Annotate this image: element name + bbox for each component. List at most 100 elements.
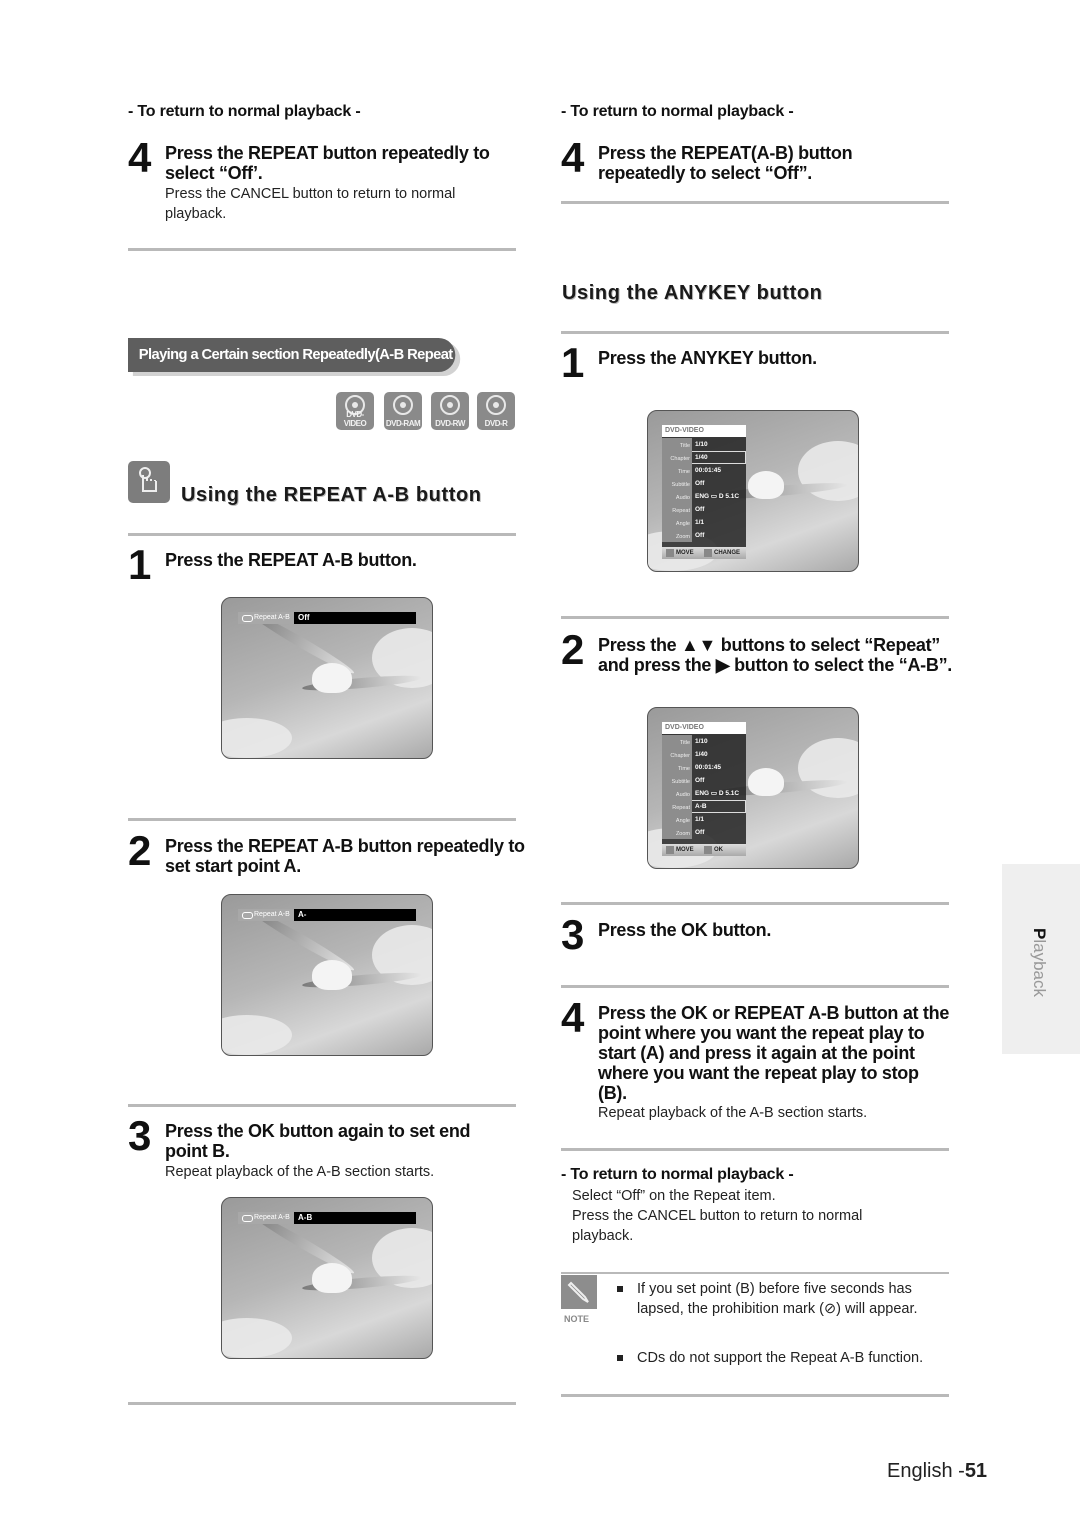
step-title: Press the REPEAT(A-B) button repeatedly … [598, 143, 853, 183]
divider [561, 1394, 949, 1397]
step-number: 3 [128, 1112, 151, 1159]
osd-value: A-B [298, 1213, 313, 1222]
menu-footer: MOVE OK [662, 844, 746, 856]
pencil-note-icon [561, 1275, 597, 1309]
step-description: Repeat playback of the A-B section start… [598, 1105, 868, 1121]
note-item: If you set point (B) before five seconds… [617, 1279, 937, 1319]
menu-header: DVD-VIDEO [662, 425, 746, 437]
step-number: 4 [561, 994, 584, 1041]
menu-row-time[interactable]: Time 00:01:45 [662, 464, 746, 477]
osd-repeat-bar: Repeat A-B Off [238, 612, 416, 624]
osd-label: Repeat A-B [254, 1214, 290, 1221]
step-number: 2 [561, 626, 584, 673]
step-number: 4 [128, 134, 151, 181]
step-2-select-repeat: 2 Press the ▲▼ buttons to select “Repeat… [561, 629, 952, 679]
menu-row-time[interactable]: Time 00:01:45 [662, 761, 746, 774]
step-title: Press the ▲▼ buttons to select “Repeat” a… [598, 635, 952, 675]
step-description: Press the CANCEL button to return to nor… [165, 186, 456, 222]
step-title: Press the ANYKEY button. [598, 348, 817, 368]
section-title-repeat-ab: Using the REPEAT A-B button [181, 484, 482, 506]
step-number: 3 [561, 911, 584, 958]
osd-repeat-bar: Repeat A-B A- [238, 909, 416, 921]
menu-row-zoom[interactable]: Zoom Off [662, 529, 746, 542]
osd-label: Repeat A-B [254, 911, 290, 918]
section-banner: Playing a Certain section Repeatedly(A-B… [128, 338, 456, 397]
divider [561, 201, 949, 204]
dvd-rw-disc-icon: DVD-RW [431, 392, 469, 430]
osd-value: Off [298, 613, 310, 622]
step-4-repeat-ab-off: 4 Press the REPEAT(A-B) button repeatedl… [561, 137, 949, 187]
osd-repeat-bar: Repeat A-B A-B [238, 1212, 416, 1224]
repeat-loop-icon [242, 615, 253, 622]
menu-row-title[interactable]: Title 1/10 [662, 438, 746, 451]
tv-screen-info-menu-ab: DVD-VIDEO Title 1/10 Chapter 1/40 Time 00:0… [647, 707, 859, 869]
dvd-video-disc-icon: DVD-VIDEO [336, 392, 374, 430]
menu-row-angle[interactable]: Angle 1/1 [662, 813, 746, 826]
step-4-off: 4 Press the REPEAT button repeatedly to … [128, 137, 516, 223]
chapter-tab-label: Playback [1030, 928, 1049, 997]
return-instruction: Press the CANCEL button to return to nor… [572, 1208, 863, 1244]
change-icon [704, 549, 712, 557]
divider [128, 533, 516, 536]
tv-screen-repeat-a: Repeat A-B A- [221, 894, 433, 1056]
ok-icon [704, 846, 712, 854]
menu-row-title[interactable]: Title 1/10 [662, 735, 746, 748]
step-2-start-point: 2 Press the REPEAT A-B button repeatedly… [128, 830, 525, 880]
step-3-end-point: 3 Press the OK button again to set end p… [128, 1115, 516, 1181]
info-menu: DVD-VIDEO Title 1/10 Chapter 1/40 Time 00:0… [662, 425, 746, 559]
menu-row-repeat[interactable]: Repeat A-B [662, 800, 746, 813]
step-number: 1 [561, 339, 584, 386]
step-3-ok: 3 Press the OK button. [561, 914, 949, 960]
step-number: 4 [561, 134, 584, 181]
divider [561, 902, 949, 905]
repeat-loop-icon [242, 912, 253, 919]
menu-row-repeat[interactable]: Repeat Off [662, 503, 746, 516]
osd-label: Repeat A-B [254, 614, 290, 621]
divider [128, 818, 516, 821]
return-heading: - To return to normal playback - [561, 103, 794, 120]
menu-row-chapter[interactable]: Chapter 1/40 [662, 748, 746, 761]
step-title: Press the REPEAT A-B button repeatedly t… [165, 836, 525, 876]
menu-row-chapter[interactable]: Chapter 1/40 [662, 451, 746, 464]
repeat-loop-icon [242, 1215, 253, 1222]
menu-row-subtitle[interactable]: Subtitle Off [662, 477, 746, 490]
osd-value: A- [298, 910, 307, 919]
tv-screen-repeat-ab: Repeat A-B A-B [221, 1197, 433, 1359]
menu-row-audio[interactable]: Audio ENG ▭ D 5.1C [662, 787, 746, 800]
divider [128, 248, 516, 251]
section-title-anykey: Using the ANYKEY button [562, 282, 823, 304]
step-1-repeat-ab: 1 Press the REPEAT A-B button. [128, 544, 516, 590]
page-number: 51 [964, 1460, 988, 1482]
menu-row-audio[interactable]: Audio ENG ▭ D 5.1C [662, 490, 746, 503]
divider [561, 1148, 949, 1151]
divider [561, 1272, 949, 1274]
divider [561, 331, 949, 334]
move-icon [666, 549, 674, 557]
tv-screen-info-menu: DVD-VIDEO Title 1/10 Chapter 1/40 Time 00:0… [647, 410, 859, 572]
menu-row-angle[interactable]: Angle 1/1 [662, 516, 746, 529]
step-title: Press the REPEAT A-B button. [165, 550, 417, 570]
move-icon [666, 846, 674, 854]
divider [128, 1104, 516, 1107]
note-item: CDs do not support the Repeat A-B functi… [617, 1348, 937, 1368]
chapter-side-tab: Playback [1002, 864, 1080, 1054]
step-title: Press the OK or REPEAT A-B button at the… [598, 1003, 950, 1103]
dvd-ram-disc-icon: DVD-RAM [384, 392, 422, 430]
step-title: Press the OK button again to set end poi… [165, 1121, 471, 1161]
menu-footer: MOVE CHANGE [662, 547, 746, 559]
dvd-r-disc-icon: DVD-R [477, 392, 515, 430]
info-menu: DVD-VIDEO Title 1/10 Chapter 1/40 Time 00:0… [662, 722, 746, 856]
divider [561, 985, 949, 988]
return-heading: - To return to normal playback - [561, 1166, 794, 1183]
footer-language: English - [887, 1460, 965, 1482]
hand-press-icon [128, 461, 170, 503]
menu-row-subtitle[interactable]: Subtitle Off [662, 774, 746, 787]
note-label: NOTE [564, 1314, 590, 1324]
divider [128, 1402, 516, 1405]
step-title: Press the REPEAT button repeatedly to se… [165, 143, 490, 183]
menu-header: DVD-VIDEO [662, 722, 746, 734]
step-description: Repeat playback of the A-B section start… [165, 1164, 435, 1180]
page-footer: English -51 [887, 1460, 987, 1483]
step-4-set-points: 4 Press the OK or REPEAT A-B button at t… [561, 997, 950, 1133]
menu-row-zoom[interactable]: Zoom Off [662, 826, 746, 839]
